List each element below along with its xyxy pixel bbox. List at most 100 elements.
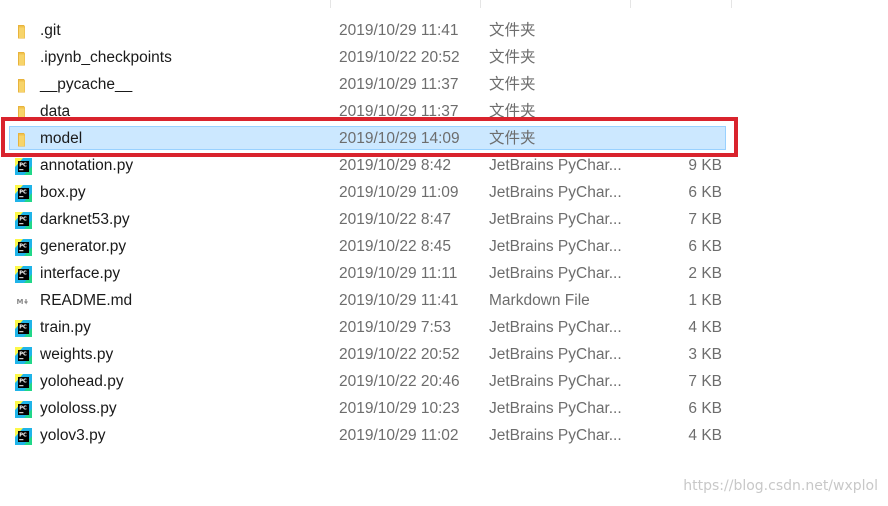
svg-text:PC: PC bbox=[19, 379, 27, 385]
pycharm-file-icon: PC bbox=[15, 238, 32, 256]
svg-text:PC: PC bbox=[19, 217, 27, 223]
file-date-modified: 2019/10/29 10:23 bbox=[339, 400, 460, 417]
file-date-modified: 2019/10/22 20:52 bbox=[339, 346, 460, 363]
file-row[interactable]: .git 2019/10/29 11:41 文件夹 bbox=[0, 17, 888, 44]
file-row[interactable]: PC interface.py 2019/10/29 11:11 JetBrains … bbox=[0, 260, 888, 287]
svg-text:PC: PC bbox=[19, 406, 27, 412]
file-explorer: .git 2019/10/29 11:41 文件夹 .ipynb_checkpoint… bbox=[0, 0, 888, 506]
file-date-modified: 2019/10/29 11:09 bbox=[339, 184, 459, 201]
file-name[interactable]: __pycache__ bbox=[40, 71, 132, 98]
file-name[interactable]: train.py bbox=[40, 314, 91, 341]
file-size: 9 KB bbox=[688, 157, 722, 174]
file-row[interactable]: data 2019/10/29 11:37 文件夹 bbox=[0, 98, 888, 125]
pycharm-file-icon: PC bbox=[15, 373, 32, 391]
file-date-modified: 2019/10/22 8:47 bbox=[339, 211, 452, 228]
file-date-modified: 2019/10/29 11:37 bbox=[339, 76, 459, 93]
file-type: JetBrains PyChar... bbox=[489, 211, 622, 228]
file-type: JetBrains PyChar... bbox=[489, 238, 622, 255]
column-separator[interactable] bbox=[330, 0, 331, 8]
pycharm-file-icon: PC bbox=[15, 346, 32, 364]
file-name[interactable]: interface.py bbox=[40, 260, 120, 287]
pycharm-file-icon: PC bbox=[15, 157, 32, 175]
file-date-modified: 2019/10/29 11:11 bbox=[339, 265, 458, 282]
svg-text:PC: PC bbox=[19, 352, 27, 358]
file-row[interactable]: PC box.py 2019/10/29 11:09 JetBrains PyChar… bbox=[0, 179, 888, 206]
file-name[interactable]: annotation.py bbox=[40, 152, 133, 179]
svg-text:M: M bbox=[17, 298, 24, 306]
folder-icon bbox=[15, 103, 32, 120]
file-row[interactable]: model 2019/10/29 14:09 文件夹 bbox=[0, 125, 888, 152]
column-separator[interactable] bbox=[731, 0, 732, 8]
file-size: 2 KB bbox=[688, 265, 722, 282]
file-size: 3 KB bbox=[688, 346, 722, 363]
file-size: 6 KB bbox=[688, 184, 722, 201]
file-type: JetBrains PyChar... bbox=[489, 373, 622, 390]
file-name[interactable]: model bbox=[40, 125, 82, 152]
file-row[interactable]: __pycache__ 2019/10/29 11:37 文件夹 bbox=[0, 71, 888, 98]
svg-text:PC: PC bbox=[19, 433, 27, 439]
svg-text:PC: PC bbox=[19, 271, 27, 277]
file-row[interactable]: PC weights.py 2019/10/22 20:52 JetBrains Py… bbox=[0, 341, 888, 368]
file-name[interactable]: .ipynb_checkpoints bbox=[40, 44, 172, 71]
file-date-modified: 2019/10/29 11:37 bbox=[339, 103, 459, 120]
file-row[interactable]: PC train.py 2019/10/29 7:53 JetBrains PyCha… bbox=[0, 314, 888, 341]
svg-text:PC: PC bbox=[19, 244, 27, 250]
file-row[interactable]: M README.md 2019/10/29 11:41 Markdown File 1… bbox=[0, 287, 888, 314]
svg-text:PC: PC bbox=[19, 163, 27, 169]
file-row[interactable]: PC yolov3.py 2019/10/29 11:02 JetBrains PyC… bbox=[0, 422, 888, 449]
folder-icon bbox=[15, 49, 32, 66]
file-row[interactable]: PC yololoss.py 2019/10/29 10:23 JetBrains P… bbox=[0, 395, 888, 422]
markdown-file-icon: M bbox=[15, 292, 32, 309]
file-type: 文件夹 bbox=[489, 49, 536, 66]
file-row[interactable]: PC annotation.py 2019/10/29 8:42 JetBrains … bbox=[0, 152, 888, 179]
svg-text:PC: PC bbox=[19, 190, 27, 196]
file-row[interactable]: PC darknet53.py 2019/10/22 8:47 JetBrains P… bbox=[0, 206, 888, 233]
file-date-modified: 2019/10/29 8:42 bbox=[339, 157, 452, 174]
file-type: JetBrains PyChar... bbox=[489, 265, 622, 282]
file-name[interactable]: yololoss.py bbox=[40, 395, 117, 422]
file-type: 文件夹 bbox=[489, 76, 536, 93]
file-size: 6 KB bbox=[688, 400, 722, 417]
file-name[interactable]: darknet53.py bbox=[40, 206, 130, 233]
file-row[interactable]: PC generator.py 2019/10/22 8:45 JetBrains P… bbox=[0, 233, 888, 260]
file-date-modified: 2019/10/29 7:53 bbox=[339, 319, 452, 336]
file-size: 7 KB bbox=[688, 373, 722, 390]
file-name[interactable]: weights.py bbox=[40, 341, 113, 368]
file-size: 1 KB bbox=[688, 292, 722, 309]
column-separator[interactable] bbox=[480, 0, 481, 8]
file-date-modified: 2019/10/29 11:02 bbox=[339, 427, 459, 444]
pycharm-file-icon: PC bbox=[15, 319, 32, 337]
file-date-modified: 2019/10/22 20:46 bbox=[339, 373, 460, 390]
file-name[interactable]: README.md bbox=[40, 287, 132, 314]
file-size: 7 KB bbox=[688, 211, 722, 228]
file-date-modified: 2019/10/29 14:09 bbox=[339, 130, 460, 147]
folder-icon bbox=[15, 130, 32, 147]
file-size: 4 KB bbox=[688, 319, 722, 336]
file-date-modified: 2019/10/22 8:45 bbox=[339, 238, 452, 255]
file-date-modified: 2019/10/29 11:41 bbox=[339, 292, 459, 309]
file-date-modified: 2019/10/22 20:52 bbox=[339, 49, 460, 66]
file-name[interactable]: generator.py bbox=[40, 233, 126, 260]
file-size: 6 KB bbox=[688, 238, 722, 255]
file-row[interactable]: .ipynb_checkpoints 2019/10/22 20:52 文件夹 bbox=[0, 44, 888, 71]
pycharm-file-icon: PC bbox=[15, 427, 32, 445]
file-row[interactable]: PC yolohead.py 2019/10/22 20:46 JetBrains P… bbox=[0, 368, 888, 395]
watermark: https://blog.csdn.net/wxplol bbox=[683, 478, 878, 494]
file-size: 4 KB bbox=[688, 427, 722, 444]
pycharm-file-icon: PC bbox=[15, 400, 32, 418]
pycharm-file-icon: PC bbox=[15, 265, 32, 283]
column-separator[interactable] bbox=[630, 0, 631, 8]
pycharm-file-icon: PC bbox=[15, 184, 32, 202]
file-type: JetBrains PyChar... bbox=[489, 346, 622, 363]
file-type: 文件夹 bbox=[489, 22, 536, 39]
file-name[interactable]: yolov3.py bbox=[40, 422, 105, 449]
file-type: 文件夹 bbox=[489, 130, 536, 147]
file-type: JetBrains PyChar... bbox=[489, 427, 622, 444]
file-name[interactable]: data bbox=[40, 98, 70, 125]
file-type: Markdown File bbox=[489, 292, 590, 309]
file-name[interactable]: box.py bbox=[40, 179, 86, 206]
file-type: JetBrains PyChar... bbox=[489, 157, 622, 174]
file-name[interactable]: .git bbox=[40, 17, 61, 44]
file-name[interactable]: yolohead.py bbox=[40, 368, 124, 395]
file-type: 文件夹 bbox=[489, 103, 536, 120]
